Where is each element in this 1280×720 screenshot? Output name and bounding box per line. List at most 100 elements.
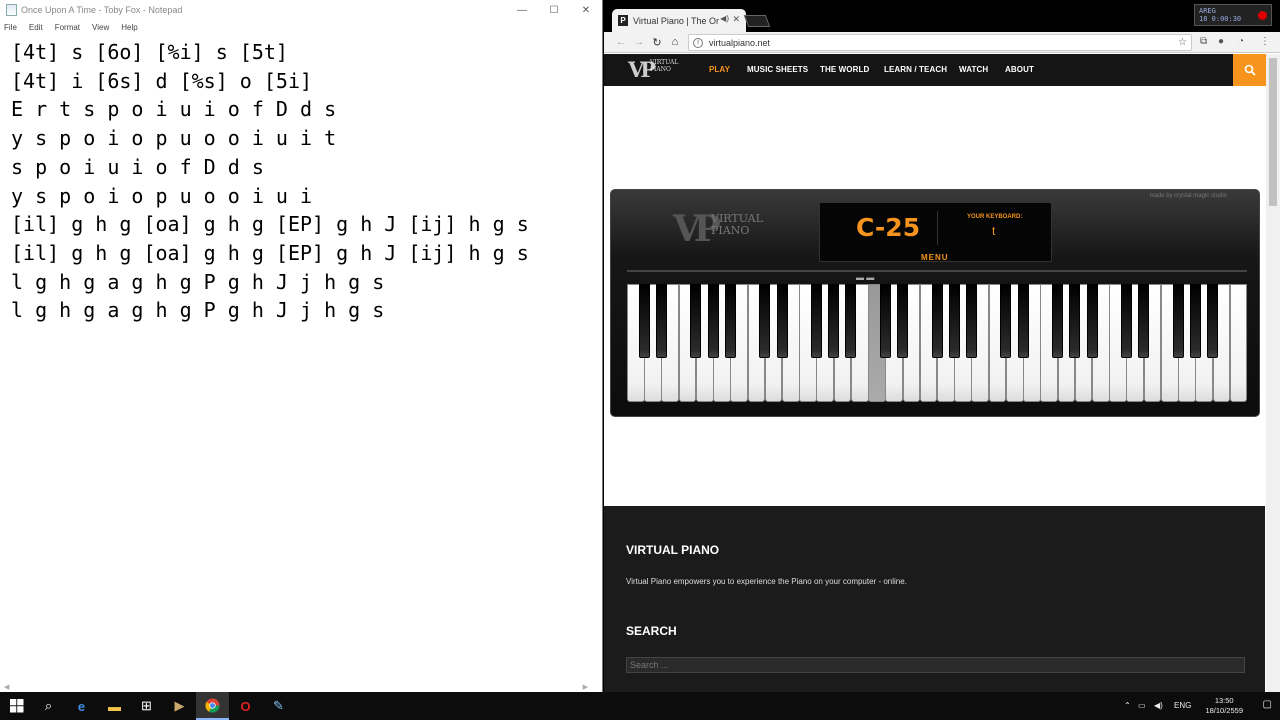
white-key[interactable] (1229, 284, 1248, 402)
scroll-right-icon[interactable]: ▶ (583, 683, 588, 691)
text-line: s p o i u i o f D d s (11, 154, 264, 179)
extension-icon[interactable]: ● (1218, 36, 1224, 47)
black-key[interactable] (655, 284, 667, 358)
horizontal-scrollbar[interactable]: ◀ ▶ (0, 683, 602, 692)
language-indicator[interactable]: ENG (1174, 701, 1191, 710)
menu-view[interactable]: View (92, 23, 109, 32)
minimize-icon[interactable]: — (506, 0, 538, 20)
recorder-timer: 18 0:00:30 (1199, 15, 1242, 23)
new-tab-button[interactable] (743, 15, 771, 27)
piano-credit: made by crystal magic studio (1149, 193, 1227, 199)
black-key[interactable] (1069, 284, 1081, 358)
chrome-icon (205, 697, 220, 713)
edge-button[interactable]: e (65, 692, 98, 720)
black-key[interactable] (1207, 284, 1219, 358)
speaker-icon[interactable]: ◀) (720, 14, 729, 23)
black-key[interactable] (759, 284, 771, 358)
forward-icon[interactable]: → (632, 36, 646, 48)
record-icon[interactable] (1258, 11, 1267, 20)
black-key[interactable] (1000, 284, 1012, 358)
page-scrollbar[interactable] (1266, 54, 1280, 692)
menu-help[interactable]: Help (121, 23, 137, 32)
piano-logo-mark: VP (673, 208, 721, 250)
menu-format[interactable]: Format (55, 23, 80, 32)
reload-icon[interactable]: ↻ (650, 36, 664, 49)
black-key[interactable] (1086, 284, 1098, 358)
back-icon[interactable]: ← (614, 36, 628, 48)
system-tray: ⌃ ▭ ◀) ENG 13:50 18/10/2559 ▢ (1120, 692, 1280, 720)
url-text: virtualpiano.net (709, 37, 771, 48)
scroll-left-icon[interactable]: ◀ (4, 683, 9, 691)
black-key[interactable] (724, 284, 736, 358)
site-navigation: VP VIRTUAL PIANO PLAY MUSIC SHEETS THE W… (604, 54, 1280, 86)
black-key[interactable] (965, 284, 977, 358)
search-icon: ⌕ (44, 698, 53, 713)
black-key[interactable] (638, 284, 650, 358)
nav-watch[interactable]: WATCH (959, 65, 988, 74)
nav-learn-teach[interactable]: LEARN / TEACH (884, 65, 947, 74)
recorder-label: AREG (1199, 7, 1216, 15)
notepad-taskbar-button[interactable]: ✎ (262, 692, 295, 720)
search-taskbar-button[interactable]: ⌕ (32, 692, 65, 720)
tray-chevron-icon[interactable]: ⌃ (1124, 701, 1131, 710)
tab-close-icon[interactable]: ✕ (732, 14, 740, 25)
close-icon[interactable]: ✕ (570, 0, 602, 20)
browser-window: P Virtual Piano | The Or ◀) ✕ AREG 18 0:… (604, 0, 1280, 692)
site-logo[interactable]: VP VIRTUAL PIANO (626, 57, 686, 83)
black-key[interactable] (948, 284, 960, 358)
menu-file[interactable]: File (4, 23, 17, 32)
translate-icon[interactable]: ⧉ (1200, 36, 1207, 47)
recorder-widget[interactable]: AREG 18 0:00:30 (1194, 4, 1272, 26)
maximize-icon[interactable]: ☐ (538, 0, 570, 20)
black-key[interactable] (776, 284, 788, 358)
site-search-button[interactable] (1233, 54, 1266, 86)
black-key[interactable] (1138, 284, 1150, 358)
start-button[interactable] (0, 692, 33, 720)
store-button[interactable]: ⊞ (130, 692, 163, 720)
black-key[interactable] (879, 284, 891, 358)
black-key[interactable] (1189, 284, 1201, 358)
drag-handle-icon[interactable]: ▬ ▬ (856, 273, 874, 282)
opera-icon: O (240, 698, 251, 714)
notepad-menubar: File Edit Format View Help (0, 20, 602, 34)
black-key[interactable] (828, 284, 840, 358)
opera-button[interactable]: O (229, 692, 262, 720)
nav-about[interactable]: ABOUT (1005, 65, 1034, 74)
browser-tab[interactable]: P Virtual Piano | The Or ◀) ✕ (612, 9, 746, 32)
nav-play[interactable]: PLAY (709, 65, 730, 74)
chrome-button[interactable] (196, 692, 229, 720)
black-key[interactable] (845, 284, 857, 358)
address-bar[interactable]: i virtualpiano.net ☆ (688, 34, 1192, 51)
nav-music-sheets[interactable]: MUSIC SHEETS (747, 65, 808, 74)
piano-menu-button[interactable]: MENU (921, 253, 949, 262)
nav-the-world[interactable]: THE WORLD (820, 65, 869, 74)
black-key[interactable] (690, 284, 702, 358)
black-key[interactable] (810, 284, 822, 358)
black-key[interactable] (1120, 284, 1132, 358)
profile-icon[interactable]: ◔ (1238, 36, 1244, 47)
volume-icon[interactable]: ◀) (1154, 701, 1163, 710)
windows-icon (9, 699, 23, 713)
kebab-menu-icon[interactable]: ⋮ (1260, 36, 1270, 47)
notepad-text-area[interactable]: [4t] s [6o] [%i] s [5t] [4t] i [6s] d [%s… (11, 38, 529, 325)
network-icon[interactable]: ▭ (1138, 701, 1146, 710)
menu-edit[interactable]: Edit (29, 23, 43, 32)
home-icon[interactable]: ⌂ (668, 36, 682, 48)
media-button[interactable]: ▶ (163, 692, 196, 720)
footer-search-input[interactable] (626, 657, 1245, 673)
footer-search-heading: SEARCH (626, 624, 677, 638)
clock-time: 13:50 (1214, 696, 1234, 705)
info-icon[interactable]: i (693, 37, 703, 48)
black-key[interactable] (1172, 284, 1184, 358)
black-key[interactable] (897, 284, 909, 358)
scrollbar-thumb[interactable] (1269, 58, 1277, 206)
black-key[interactable] (1017, 284, 1029, 358)
bookmark-star-icon[interactable]: ☆ (1178, 37, 1187, 48)
clock[interactable]: 13:50 18/10/2559 (1205, 696, 1243, 716)
black-key[interactable] (931, 284, 943, 358)
black-key[interactable] (1052, 284, 1064, 358)
explorer-button[interactable]: ▬ (98, 692, 131, 720)
notepad-titlebar[interactable]: Once Upon A Time - Toby Fox - Notepad — … (0, 0, 602, 20)
notification-icon[interactable]: ▢ (1263, 699, 1272, 710)
black-key[interactable] (707, 284, 719, 358)
